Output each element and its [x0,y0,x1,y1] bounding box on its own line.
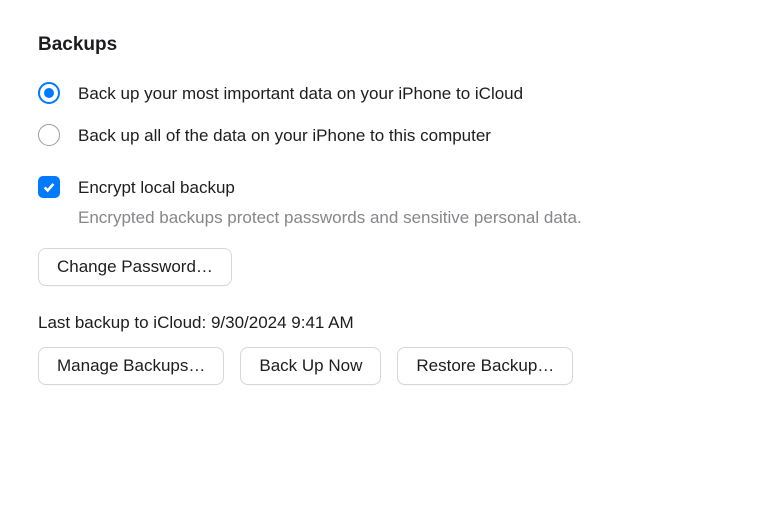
checkbox-encrypt-label: Encrypt local backup [78,176,235,200]
radio-row-icloud[interactable]: Back up your most important data on your… [38,82,726,106]
back-up-now-button[interactable]: Back Up Now [240,347,381,385]
checkmark-icon [42,180,56,194]
radio-row-computer[interactable]: Back up all of the data on your iPhone t… [38,124,726,148]
action-button-row: Manage Backups… Back Up Now Restore Back… [38,347,726,385]
encrypt-description-row: Encrypted backups protect passwords and … [78,205,726,230]
restore-backup-button[interactable]: Restore Backup… [397,347,573,385]
section-title-backups: Backups [38,32,726,58]
change-password-button[interactable]: Change Password… [38,248,232,286]
checkbox-row-encrypt[interactable]: Encrypt local backup [38,176,726,200]
manage-backups-button[interactable]: Manage Backups… [38,347,224,385]
radio-icloud-label: Back up your most important data on your… [78,82,523,106]
last-backup-status: Last backup to iCloud: 9/30/2024 9:41 AM [38,312,726,335]
encrypt-description: Encrypted backups protect passwords and … [78,205,582,230]
radio-computer[interactable] [38,124,60,146]
radio-icloud[interactable] [38,82,60,104]
radio-computer-label: Back up all of the data on your iPhone t… [78,124,491,148]
checkbox-encrypt[interactable] [38,176,60,198]
